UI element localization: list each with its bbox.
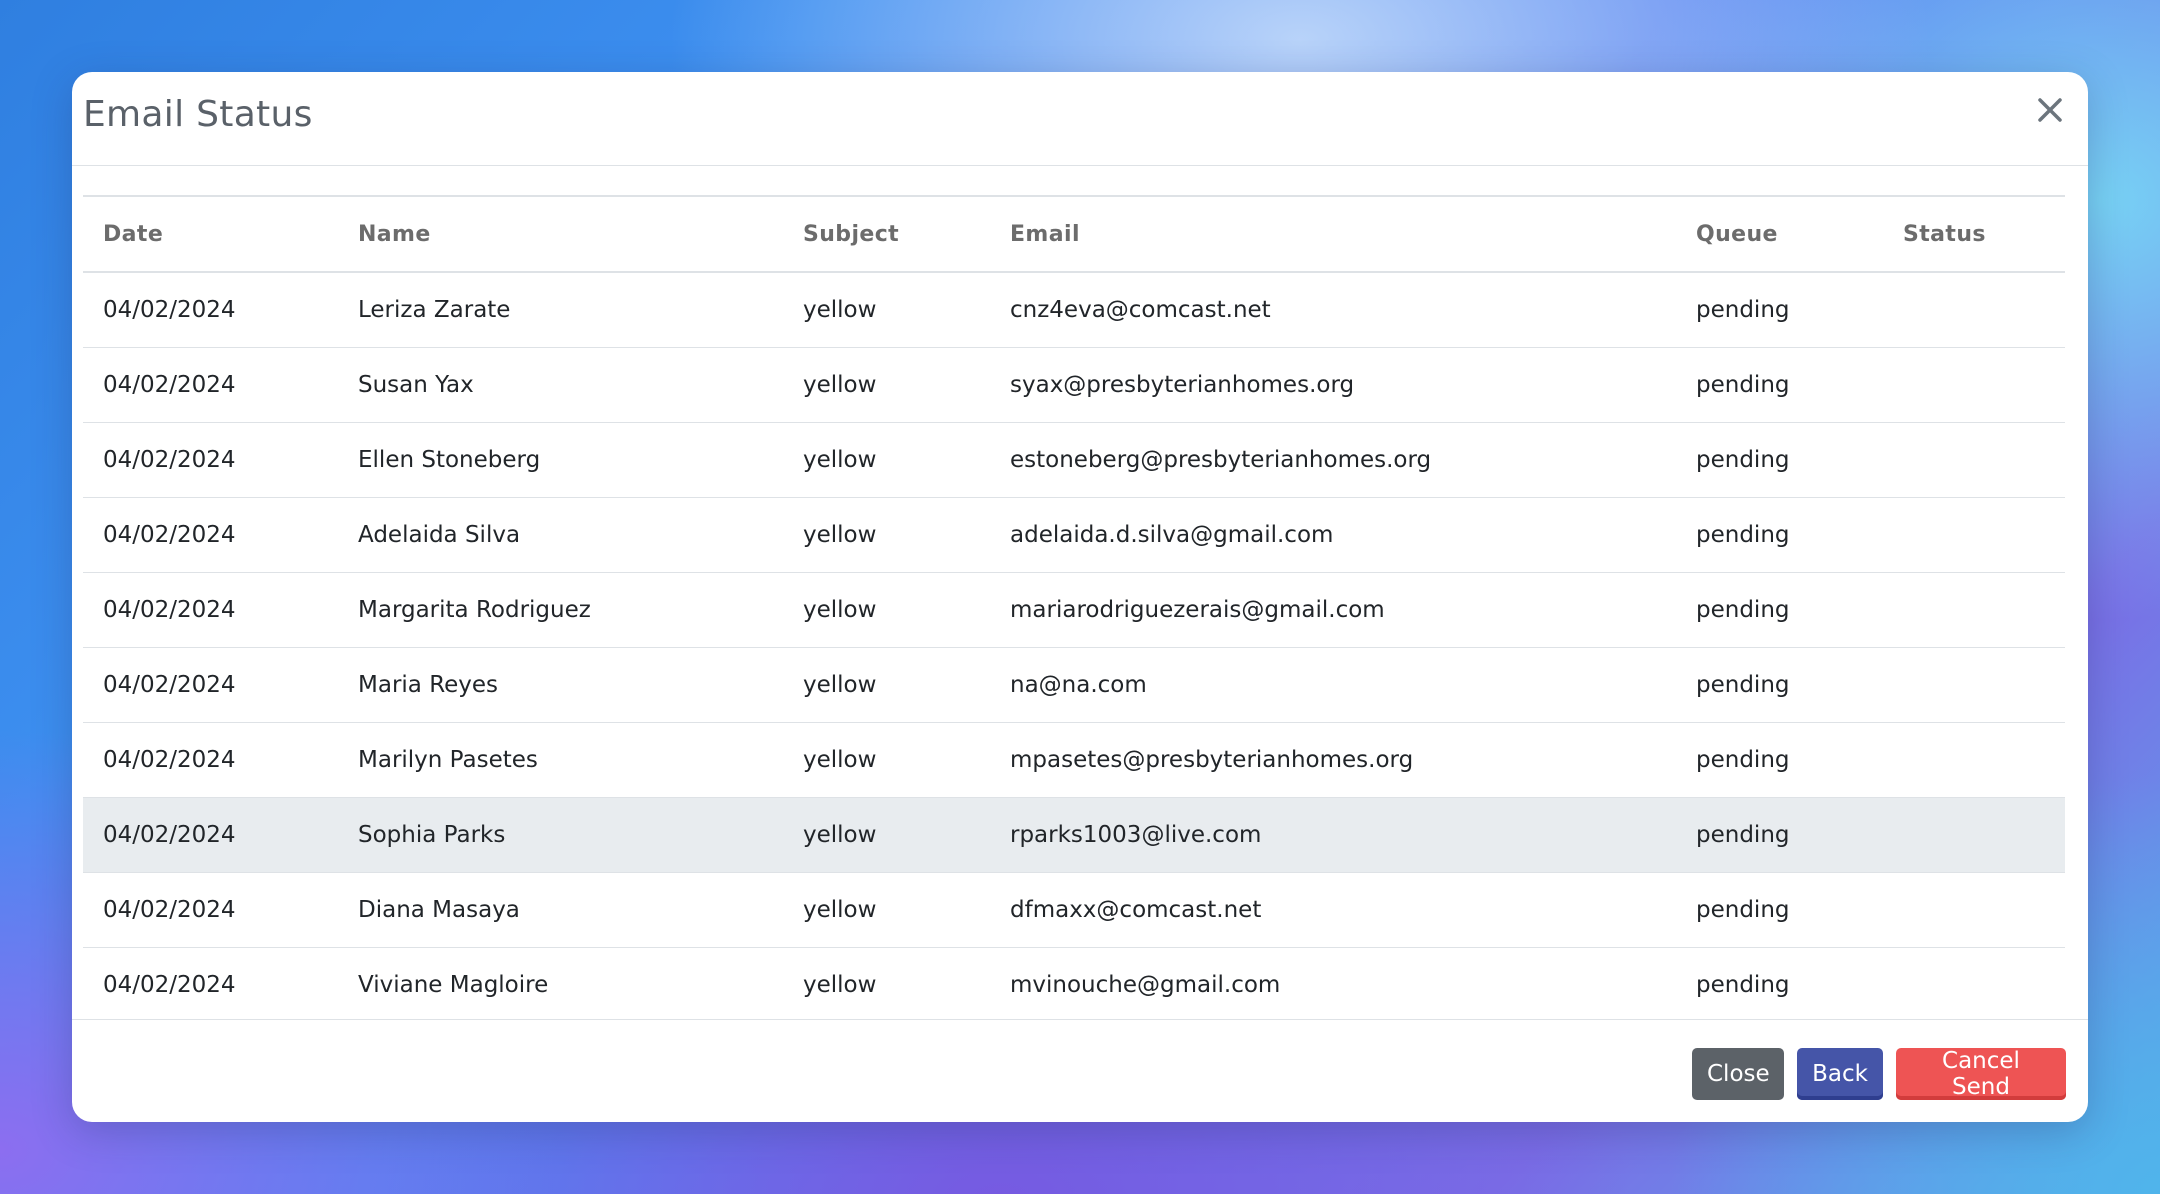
cell-name: Viviane Magloire bbox=[358, 971, 549, 998]
cell-queue: pending bbox=[1696, 821, 1790, 848]
cell-date: 04/02/2024 bbox=[103, 671, 236, 698]
cell-name: Sophia Parks bbox=[358, 821, 506, 848]
cell-status bbox=[1883, 272, 2065, 347]
table-row[interactable]: 04/02/2024 Leriza Zarate yellow cnz4eva@com… bbox=[83, 272, 2065, 347]
cell-queue: pending bbox=[1696, 371, 1790, 398]
back-button[interactable]: Back bbox=[1797, 1048, 1883, 1100]
cell-queue: pending bbox=[1696, 671, 1790, 698]
cell-queue: pending bbox=[1696, 296, 1790, 323]
cell-subject: yellow bbox=[803, 971, 877, 998]
table-row[interactable]: 04/02/2024 Ellen Stoneberg yellow estoneber… bbox=[83, 422, 2065, 497]
cell-subject: yellow bbox=[803, 521, 877, 548]
cell-subject: yellow bbox=[803, 446, 877, 473]
table-header-row: Date Name Subject Email Queue Status bbox=[83, 196, 2065, 272]
column-header-name[interactable]: Name bbox=[338, 196, 783, 272]
column-header-status[interactable]: Status bbox=[1883, 196, 2065, 272]
table-row[interactable]: 04/02/2024 Adelaida Silva yellow adelaida.d… bbox=[83, 497, 2065, 572]
cell-queue: pending bbox=[1696, 521, 1790, 548]
cell-name: Ellen Stoneberg bbox=[358, 446, 541, 473]
cell-date: 04/02/2024 bbox=[103, 446, 236, 473]
cell-date: 04/02/2024 bbox=[103, 296, 236, 323]
cell-status bbox=[1883, 572, 2065, 647]
cell-name: Margarita Rodriguez bbox=[358, 596, 591, 623]
cell-name: Leriza Zarate bbox=[358, 296, 511, 323]
cell-status bbox=[1883, 947, 2065, 1022]
cell-queue: pending bbox=[1696, 971, 1790, 998]
cell-subject: yellow bbox=[803, 596, 877, 623]
cell-status bbox=[1883, 647, 2065, 722]
cell-name: Diana Masaya bbox=[358, 896, 520, 923]
cell-name: Marilyn Pasetes bbox=[358, 746, 538, 773]
cell-date: 04/02/2024 bbox=[103, 596, 236, 623]
cell-subject: yellow bbox=[803, 371, 877, 398]
cell-email: cnz4eva@comcast.net bbox=[1010, 296, 1271, 323]
close-icon[interactable] bbox=[2030, 90, 2070, 130]
footer-divider bbox=[72, 1019, 2088, 1020]
cell-email: na@na.com bbox=[1010, 671, 1147, 698]
table-row[interactable]: 04/02/2024 Susan Yax yellow syax@presbyteri… bbox=[83, 347, 2065, 422]
cell-status bbox=[1883, 422, 2065, 497]
cell-subject: yellow bbox=[803, 896, 877, 923]
cell-status bbox=[1883, 347, 2065, 422]
table-row[interactable]: 04/02/2024 Margarita Rodriguez yellow maria… bbox=[83, 572, 2065, 647]
cell-email: estoneberg@presbyterianhomes.org bbox=[1010, 446, 1432, 473]
cell-date: 04/02/2024 bbox=[103, 971, 236, 998]
cell-date: 04/02/2024 bbox=[103, 896, 236, 923]
table-row[interactable]: 04/02/2024 Marilyn Pasetes yellow mpasetes@… bbox=[83, 722, 2065, 797]
cell-date: 04/02/2024 bbox=[103, 371, 236, 398]
cell-email: syax@presbyterianhomes.org bbox=[1010, 371, 1355, 398]
cell-date: 04/02/2024 bbox=[103, 821, 236, 848]
cell-status bbox=[1883, 497, 2065, 572]
cell-name: Susan Yax bbox=[358, 371, 474, 398]
cell-queue: pending bbox=[1696, 746, 1790, 773]
cell-subject: yellow bbox=[803, 296, 877, 323]
column-header-email[interactable]: Email bbox=[990, 196, 1676, 272]
cell-date: 04/02/2024 bbox=[103, 521, 236, 548]
cell-email: mpasetes@presbyterianhomes.org bbox=[1010, 746, 1414, 773]
column-header-date[interactable]: Date bbox=[83, 196, 338, 272]
cell-queue: pending bbox=[1696, 896, 1790, 923]
cell-status bbox=[1883, 722, 2065, 797]
modal-header: Email Status bbox=[72, 72, 2088, 166]
cell-date: 04/02/2024 bbox=[103, 746, 236, 773]
cell-name: Adelaida Silva bbox=[358, 521, 521, 548]
table-row[interactable]: 04/02/2024 Maria Reyes yellow na@na.com pend… bbox=[83, 647, 2065, 722]
cell-subject: yellow bbox=[803, 671, 877, 698]
cell-queue: pending bbox=[1696, 596, 1790, 623]
cell-name: Maria Reyes bbox=[358, 671, 499, 698]
cell-email: mariarodriguezerais@gmail.com bbox=[1010, 596, 1385, 623]
table-row[interactable]: 04/02/2024 Diana Masaya yellow dfmaxx@comca… bbox=[83, 872, 2065, 947]
modal-title: Email Status bbox=[83, 94, 313, 135]
table-row[interactable]: 04/02/2024 Viviane Magloire yellow mvinouch… bbox=[83, 947, 2065, 1022]
close-button[interactable]: Close bbox=[1692, 1048, 1784, 1100]
table-body: 04/02/2024 Leriza Zarate yellow cnz4eva@com… bbox=[83, 272, 2065, 1022]
cell-status bbox=[1883, 797, 2065, 872]
cell-subject: yellow bbox=[803, 746, 877, 773]
cell-status bbox=[1883, 872, 2065, 947]
cell-email: dfmaxx@comcast.net bbox=[1010, 896, 1262, 923]
email-status-table-container: Date Name Subject Email Queue Status 04/… bbox=[83, 195, 2065, 1022]
cancel-send-button[interactable]: Cancel Send bbox=[1896, 1048, 2066, 1100]
cell-subject: yellow bbox=[803, 821, 877, 848]
cell-email: rparks1003@live.com bbox=[1010, 821, 1262, 848]
table-row[interactable]: 04/02/2024 Sophia Parks yellow rparks1003@l… bbox=[83, 797, 2065, 872]
email-status-modal: Email Status Date Name Subject Email Que… bbox=[72, 72, 2088, 1122]
cell-email: adelaida.d.silva@gmail.com bbox=[1010, 521, 1334, 548]
column-header-subject[interactable]: Subject bbox=[783, 196, 990, 272]
email-status-table: Date Name Subject Email Queue Status 04/… bbox=[83, 195, 2065, 1022]
cell-queue: pending bbox=[1696, 446, 1790, 473]
column-header-queue[interactable]: Queue bbox=[1676, 196, 1883, 272]
cell-email: mvinouche@gmail.com bbox=[1010, 971, 1281, 998]
